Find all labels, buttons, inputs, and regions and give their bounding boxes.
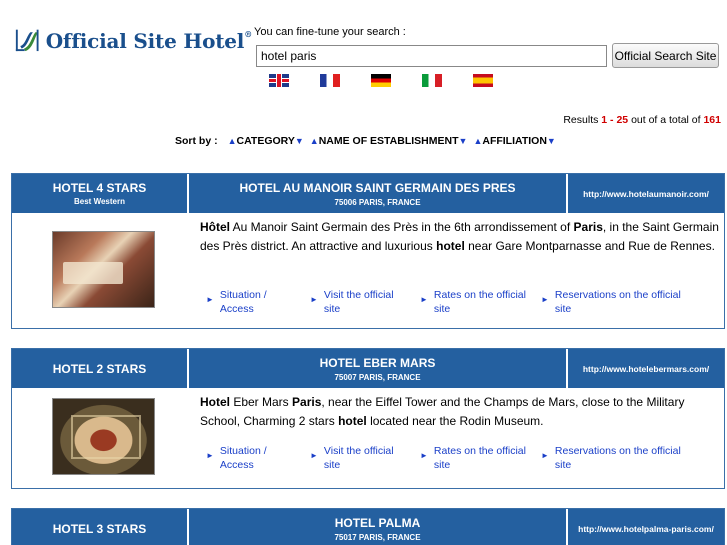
listing-category: HOTEL 2 STARS [12, 349, 189, 388]
arrow-right-icon: ► [310, 295, 318, 304]
keyword-highlight: Hôtel [200, 220, 230, 234]
reservations-link[interactable]: ► Reservations on the official site [541, 444, 691, 472]
sort-bar: Sort by : ▲ CATEGORY ▼ ▲ NAME OF ESTABLISHM… [175, 135, 560, 147]
search-hint: You can fine-tune your search : [254, 26, 406, 38]
listing-description: Hôtel Au Manoir Saint Germain des Près i… [200, 220, 719, 253]
search-input[interactable] [256, 45, 607, 67]
keyword-highlight: Hotel [200, 395, 230, 409]
arrow-right-icon: ► [420, 295, 428, 304]
reservations-link[interactable]: ► Reservations on the official site [541, 288, 691, 316]
situation-link[interactable]: ► Situation / Access [206, 444, 310, 472]
logo-mark-icon [15, 29, 39, 52]
visit-official-site-link[interactable]: ► Visit the official site [310, 444, 420, 472]
german-flag-icon[interactable] [371, 74, 391, 87]
logo-text: Official Site Hotel® [45, 29, 253, 53]
listing-description: Hotel Eber Mars Paris, near the Eiffel T… [200, 395, 685, 428]
listing-header: HOTEL 4 STARS Best Western HOTEL AU MANO… [12, 174, 724, 213]
listing-url-link[interactable]: http://www.hotelpalma-paris.com/ [575, 523, 717, 535]
listing-url-cell: http://www.hotelaumanoir.com/ [568, 174, 724, 213]
arrow-right-icon: ► [420, 451, 428, 460]
hotel-listing: HOTEL 2 STARS HOTEL EBER MARS 75007 PARI… [11, 348, 725, 489]
listing-name[interactable]: HOTEL PALMA 75017 PARIS, FRANCE [189, 509, 568, 545]
listing-address: 75017 PARIS, FRANCE [334, 532, 421, 542]
visit-official-site-link[interactable]: ► Visit the official site [310, 288, 420, 316]
arrow-right-icon: ► [206, 451, 214, 460]
listing-header: HOTEL 3 STARS HOTEL PALMA 75017 PARIS, F… [12, 509, 724, 545]
spanish-flag-icon[interactable] [473, 74, 493, 87]
results-count: Results 1 - 25 out of a total of 161 [563, 114, 721, 126]
listing-links: ► Situation / Access ► Visit the official si… [206, 444, 691, 472]
sort-desc-icon[interactable]: ▼ [295, 136, 304, 146]
listing-url-link[interactable]: http://www.hotelebermars.com/ [580, 363, 712, 375]
listing-address: 75006 PARIS, FRANCE [334, 197, 421, 207]
listing-category: HOTEL 4 STARS Best Western [12, 174, 189, 213]
sort-desc-icon[interactable]: ▼ [459, 136, 468, 146]
rates-link[interactable]: ► Rates on the official site [420, 444, 541, 472]
keyword-highlight: Paris [292, 395, 322, 409]
listing-url-cell: http://www.hotelpalma-paris.com/ [568, 509, 724, 545]
arrow-right-icon: ► [541, 295, 549, 304]
hotel-listing: HOTEL 4 STARS Best Western HOTEL AU MANO… [11, 173, 725, 329]
listing-url-link[interactable]: http://www.hotelaumanoir.com/ [580, 188, 712, 200]
search-button[interactable]: Official Search Site [612, 43, 719, 68]
sort-asc-icon[interactable]: ▲ [473, 136, 482, 146]
listing-links: ► Situation / Access ► Visit the official si… [206, 288, 691, 316]
listing-url-cell: http://www.hotelebermars.com/ [568, 349, 724, 388]
keyword-highlight: hotel [436, 239, 465, 253]
sort-category: ▲ CATEGORY ▼ [227, 135, 304, 147]
french-flag-icon[interactable] [320, 74, 340, 87]
site-logo[interactable]: Official Site Hotel® [14, 19, 252, 63]
arrow-right-icon: ► [206, 295, 214, 304]
rates-link[interactable]: ► Rates on the official site [420, 288, 541, 316]
sort-affiliation: ▲ AFFILIATION ▼ [473, 135, 556, 147]
sort-label: Sort by : [175, 135, 218, 147]
english-flag-icon[interactable] [269, 74, 289, 87]
sort-asc-icon[interactable]: ▲ [228, 136, 237, 146]
italian-flag-icon[interactable] [422, 74, 442, 87]
listing-name[interactable]: HOTEL AU MANOIR SAINT GERMAIN DES PRES 7… [189, 174, 568, 213]
listing-affiliation: Best Western [74, 197, 125, 206]
sort-desc-icon[interactable]: ▼ [547, 136, 556, 146]
hotel-listing: HOTEL 3 STARS HOTEL PALMA 75017 PARIS, F… [11, 508, 725, 545]
keyword-highlight: hotel [338, 414, 367, 428]
keyword-highlight: Paris [573, 220, 603, 234]
language-selector [269, 74, 524, 87]
situation-link[interactable]: ► Situation / Access [206, 288, 310, 316]
arrow-right-icon: ► [310, 451, 318, 460]
listing-body: Hotel Eber Mars Paris, near the Eiffel T… [12, 388, 724, 488]
sort-asc-icon[interactable]: ▲ [310, 136, 319, 146]
listing-name[interactable]: HOTEL EBER MARS 75007 PARIS, FRANCE [189, 349, 568, 388]
listing-category: HOTEL 3 STARS [12, 509, 189, 545]
arrow-right-icon: ► [541, 451, 549, 460]
hotel-photo[interactable] [52, 231, 155, 308]
listing-body: Hôtel Au Manoir Saint Germain des Près i… [12, 213, 724, 328]
sort-name: ▲ NAME OF ESTABLISHMENT ▼ [309, 135, 468, 147]
listing-address: 75007 PARIS, FRANCE [334, 372, 421, 382]
hotel-photo[interactable] [52, 398, 155, 475]
listing-header: HOTEL 2 STARS HOTEL EBER MARS 75007 PARI… [12, 349, 724, 388]
